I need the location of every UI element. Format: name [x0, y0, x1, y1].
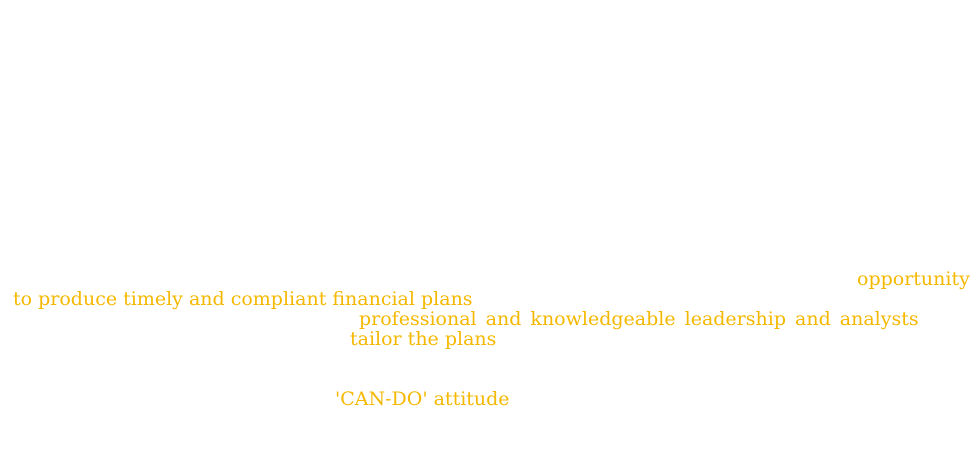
highlight-can-do-attitude: 'CAN-DO' attitude: [335, 388, 510, 410]
highlight-financial-plans: to produce timely and compliant financia…: [13, 288, 473, 310]
highlight-opportunity: opportunity: [857, 268, 970, 290]
highlight-leadership-analysts: professional and knowledgeable leadershi…: [359, 308, 919, 330]
highlight-tailor-plans: tailor the plans: [350, 328, 497, 350]
